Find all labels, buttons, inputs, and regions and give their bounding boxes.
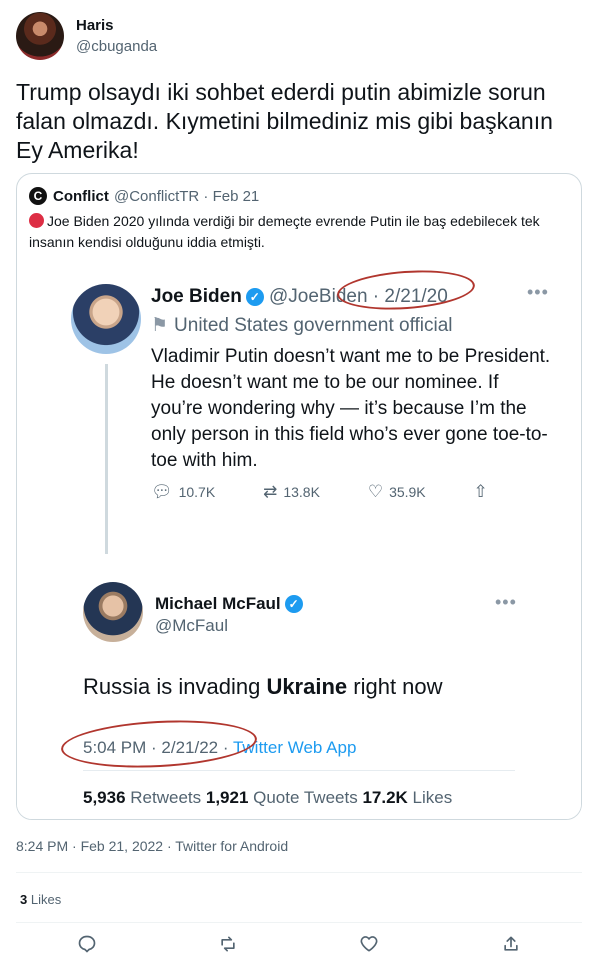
mcfaul-stats: 5,936 Retweets 1,921 Quote Tweets 17.2K … bbox=[83, 788, 453, 807]
thread-line bbox=[105, 364, 108, 554]
share-icon: ⇧ bbox=[473, 482, 488, 501]
likes-count[interactable]: 3 Likes bbox=[20, 892, 61, 907]
divider bbox=[83, 770, 515, 771]
share-icon bbox=[504, 936, 518, 951]
divider bbox=[16, 922, 582, 923]
mcfaul-tweet-text: Russia is invading Ukraine right now bbox=[83, 674, 443, 699]
heart-icon bbox=[360, 936, 378, 952]
flag-icon: ⚑ bbox=[151, 315, 169, 336]
biden-tweet-text: Vladimir Putin doesn’t want me to be Pre… bbox=[151, 346, 551, 471]
reply-stat: 💬︎ 10.7K bbox=[151, 482, 216, 501]
reply-button[interactable] bbox=[76, 934, 98, 956]
heart-icon: ♡ bbox=[367, 482, 384, 501]
quoted-author-handle: @ConflictTR · Feb 21 bbox=[114, 188, 260, 205]
tweet-actions-bar bbox=[0, 934, 598, 964]
tweet-timestamp[interactable]: 8:24 PM · Feb 21, 2022 · Twitter for And… bbox=[16, 838, 288, 854]
mcfaul-handle: @McFaul bbox=[155, 616, 228, 635]
author-name[interactable]: Haris bbox=[76, 17, 114, 34]
verified-badge-icon: ✓ bbox=[284, 595, 303, 613]
share-stat: ⇧ bbox=[474, 482, 494, 502]
author-handle[interactable]: @cbuganda bbox=[76, 38, 157, 55]
reply-icon bbox=[78, 935, 96, 953]
quoted-tweet-text: Joe Biden 2020 yılında verdiği bir demeç… bbox=[29, 213, 540, 250]
government-label: ⚑ United States government official bbox=[151, 315, 453, 336]
retweet-stat: ⇄ 13.8K bbox=[263, 482, 320, 501]
reply-icon: 💬︎ bbox=[151, 482, 173, 501]
tweet-text: Trump olsaydı iki sohbet ederdi putin ab… bbox=[16, 79, 553, 163]
like-stat: ♡ 35.9K bbox=[367, 482, 426, 501]
like-button[interactable] bbox=[358, 934, 380, 956]
conflict-logo-icon: C bbox=[29, 187, 47, 205]
share-button[interactable] bbox=[500, 934, 522, 956]
biden-avatar bbox=[71, 284, 141, 354]
retweet-button[interactable] bbox=[217, 934, 239, 956]
more-icon: ••• bbox=[495, 592, 517, 612]
divider bbox=[16, 872, 582, 873]
author-avatar[interactable] bbox=[16, 12, 64, 60]
more-icon: ••• bbox=[527, 282, 549, 302]
verified-badge-icon: ✓ bbox=[245, 288, 264, 306]
retweet-icon: ⇄ bbox=[263, 482, 278, 501]
mcfaul-name: Michael McFaul ✓ bbox=[155, 594, 303, 614]
mcfaul-avatar bbox=[83, 582, 143, 642]
biden-name: Joe Biden ✓ bbox=[151, 286, 264, 308]
biden-tweet-actions: 💬︎ 10.7K ⇄ 13.8K ♡ 35.9K ⇧ bbox=[151, 482, 516, 502]
quoted-author-name: Conflict bbox=[53, 188, 109, 205]
quoted-tweet-card[interactable]: C Conflict @ConflictTR · Feb 21 Joe Bide… bbox=[16, 173, 582, 820]
retweet-icon bbox=[221, 936, 235, 952]
